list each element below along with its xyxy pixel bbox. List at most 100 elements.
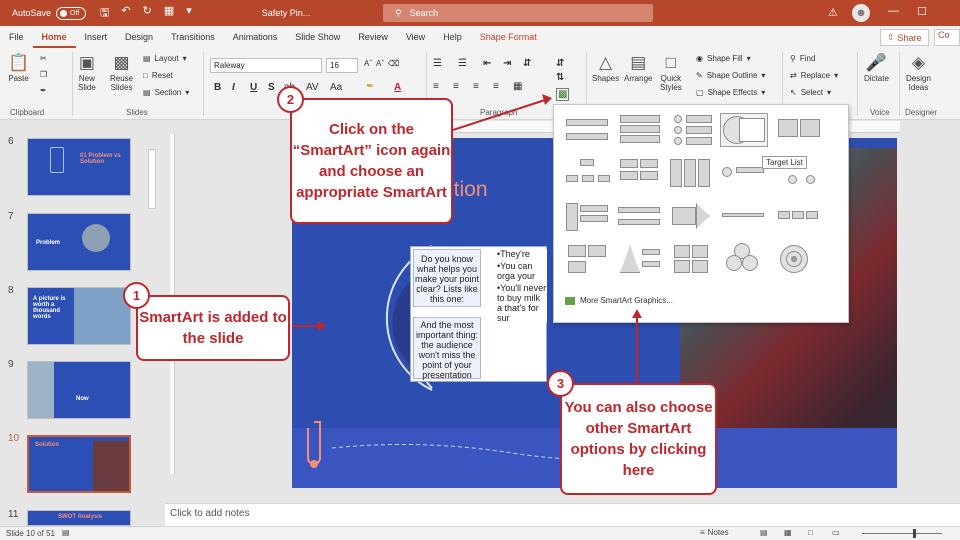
align-left-icon[interactable]: ≡ (433, 81, 439, 92)
smartart-layout-option[interactable] (776, 201, 824, 235)
accessibility-icon[interactable]: ▤ (62, 528, 70, 537)
smartart-layout-option[interactable] (720, 157, 768, 191)
smartart-layout-option[interactable] (776, 243, 824, 277)
line-spacing-icon[interactable]: ⇵ (523, 58, 531, 69)
comments-button[interactable]: Co (934, 29, 960, 46)
shape-outline-button[interactable]: ✎ Shape Outline ▾ (696, 71, 765, 80)
customize-icon[interactable]: ▾ (186, 4, 192, 23)
avatar[interactable]: ☻ (852, 4, 870, 22)
char-spacing-icon[interactable]: AV (306, 82, 319, 93)
smartart-layout-option[interactable] (564, 113, 612, 147)
justify-icon[interactable]: ≡ (493, 81, 499, 92)
tab-review[interactable]: Review (349, 26, 397, 48)
smartart-convert-icon[interactable]: ▩ (556, 88, 570, 101)
search-box[interactable]: ⚲ Search (383, 4, 653, 22)
font-size-select[interactable]: 16 (326, 58, 358, 73)
select-button[interactable]: ↖ Select ▾ (790, 88, 831, 97)
reading-view-icon[interactable]: □ (808, 528, 813, 537)
slide-thumbnail[interactable]: Problem (27, 213, 131, 271)
font-grow-shrink[interactable]: Aˆ Aˇ ⌫ (364, 59, 399, 68)
notes-pane[interactable]: Click to add notes (165, 503, 960, 526)
slide-thumbnail-selected[interactable]: Solution (27, 435, 131, 493)
smartart-layout-option[interactable] (668, 157, 716, 191)
shadow-button[interactable]: S (268, 82, 275, 93)
arrange-button[interactable]: ▤ Arrange (624, 52, 652, 83)
smartart-layout-option[interactable] (564, 157, 612, 191)
tab-animations[interactable]: Animations (224, 26, 287, 48)
tab-insert[interactable]: Insert (76, 26, 117, 48)
bullets-icon[interactable]: ☰ (433, 58, 442, 69)
smartart-layout-option[interactable] (616, 157, 664, 191)
slide-sorter-icon[interactable]: ▦ (784, 528, 792, 537)
dictate-button[interactable]: 🎤 Dictate (864, 52, 889, 83)
find-button[interactable]: ⚲ Find (790, 54, 815, 63)
notes-button[interactable]: ≡ Notes (700, 528, 729, 537)
tab-design[interactable]: Design (116, 26, 162, 48)
font-name-select[interactable]: Raleway (210, 58, 322, 73)
smartart-layout-option[interactable] (668, 243, 716, 277)
section-button[interactable]: ▤ Section ▾ (143, 88, 189, 97)
paste-button[interactable]: 📋 Paste (8, 52, 29, 83)
columns-icon[interactable]: ▦ (513, 81, 522, 92)
reset-button[interactable]: □ Reset (143, 71, 173, 80)
warning-icon[interactable]: ⚠ (828, 6, 838, 19)
layout-button[interactable]: ▤ Layout ▾ (143, 54, 187, 63)
numbering-icon[interactable]: ☰ (458, 58, 467, 69)
bold-button[interactable]: B (214, 82, 221, 93)
shape-effects-button[interactable]: ▢ Shape Effects ▾ (696, 88, 765, 97)
quick-styles-button[interactable]: □ Quick Styles (660, 52, 682, 92)
smartart-cell[interactable]: Do you know what helps you make your poi… (413, 249, 481, 307)
tab-file[interactable]: File (0, 26, 33, 48)
minimize-icon[interactable]: — (888, 5, 899, 18)
slide-thumbnail[interactable]: A picture is worth a thousand words (27, 287, 131, 345)
change-case-icon[interactable]: Aa (330, 82, 342, 93)
smartart-layout-option[interactable] (668, 113, 716, 147)
new-slide-button[interactable]: ▣ New Slide (78, 52, 96, 92)
tab-help[interactable]: Help (434, 26, 471, 48)
slide-thumbnail[interactable]: Now (27, 361, 131, 419)
more-smartart-graphics-link[interactable]: More SmartArt Graphics... (565, 296, 673, 305)
tab-shape-format[interactable]: Shape Format (471, 26, 546, 48)
smartart-layout-option[interactable] (720, 201, 768, 235)
shapes-button[interactable]: △ Shapes (592, 52, 619, 83)
align-text-icon[interactable]: ⇅ (556, 72, 564, 83)
format-painter-button[interactable]: ✒ (40, 86, 47, 95)
smartart-layout-option[interactable] (668, 201, 716, 235)
align-center-icon[interactable]: ≡ (453, 81, 459, 92)
present-icon[interactable]: ▦ (164, 4, 174, 23)
normal-view-icon[interactable]: ▤ (760, 528, 768, 537)
text-direction-icon[interactable]: ⇵ (556, 58, 564, 69)
slideshow-view-icon[interactable]: ▭ (832, 528, 840, 537)
autosave[interactable]: AutoSave Off (12, 6, 87, 20)
decrease-indent-icon[interactable]: ⇤ (483, 58, 491, 69)
smartart-target-list-option[interactable] (720, 113, 768, 147)
align-right-icon[interactable]: ≡ (473, 81, 479, 92)
slide-thumbnail[interactable]: 01 Problem vs Solution (27, 138, 131, 196)
slide-thumbnail[interactable]: SWOT Analysis (27, 510, 131, 526)
tab-view[interactable]: View (397, 26, 434, 48)
redo-icon[interactable]: ↻ (143, 4, 152, 23)
smartart-cell[interactable]: And the most important thing: the audien… (413, 317, 481, 380)
tab-transitions[interactable]: Transitions (162, 26, 224, 48)
smartart-layout-option[interactable] (776, 113, 824, 147)
cut-button[interactable]: ✂ (40, 54, 47, 63)
increase-indent-icon[interactable]: ⇥ (503, 58, 511, 69)
underline-button[interactable]: U (250, 82, 257, 93)
zoom-slider-thumb[interactable] (913, 529, 916, 538)
tab-slide-show[interactable]: Slide Show (286, 26, 349, 48)
copy-button[interactable]: ❐ (40, 70, 47, 79)
zoom-slider[interactable] (862, 533, 942, 534)
restore-icon[interactable]: ☐ (917, 5, 927, 18)
font-color-icon[interactable]: A (394, 82, 401, 93)
smartart-layout-option[interactable] (564, 201, 612, 235)
tab-home[interactable]: Home (32, 26, 76, 48)
smartart-graphic[interactable]: Do you know what helps you make your poi… (410, 246, 547, 382)
save-icon[interactable]: 🖫 (100, 4, 109, 23)
italic-button[interactable]: I (232, 82, 235, 93)
replace-button[interactable]: ⇄ Replace ▾ (790, 71, 838, 80)
smartart-layout-option[interactable] (616, 243, 664, 277)
shape-fill-button[interactable]: ◉ Shape Fill ▾ (696, 54, 751, 63)
smartart-layout-option[interactable] (616, 113, 664, 147)
reuse-slides-button[interactable]: ▩ Reuse Slides (110, 52, 133, 92)
smartart-bullet[interactable]: •You'll never to buy milk a that's for s… (497, 283, 547, 323)
